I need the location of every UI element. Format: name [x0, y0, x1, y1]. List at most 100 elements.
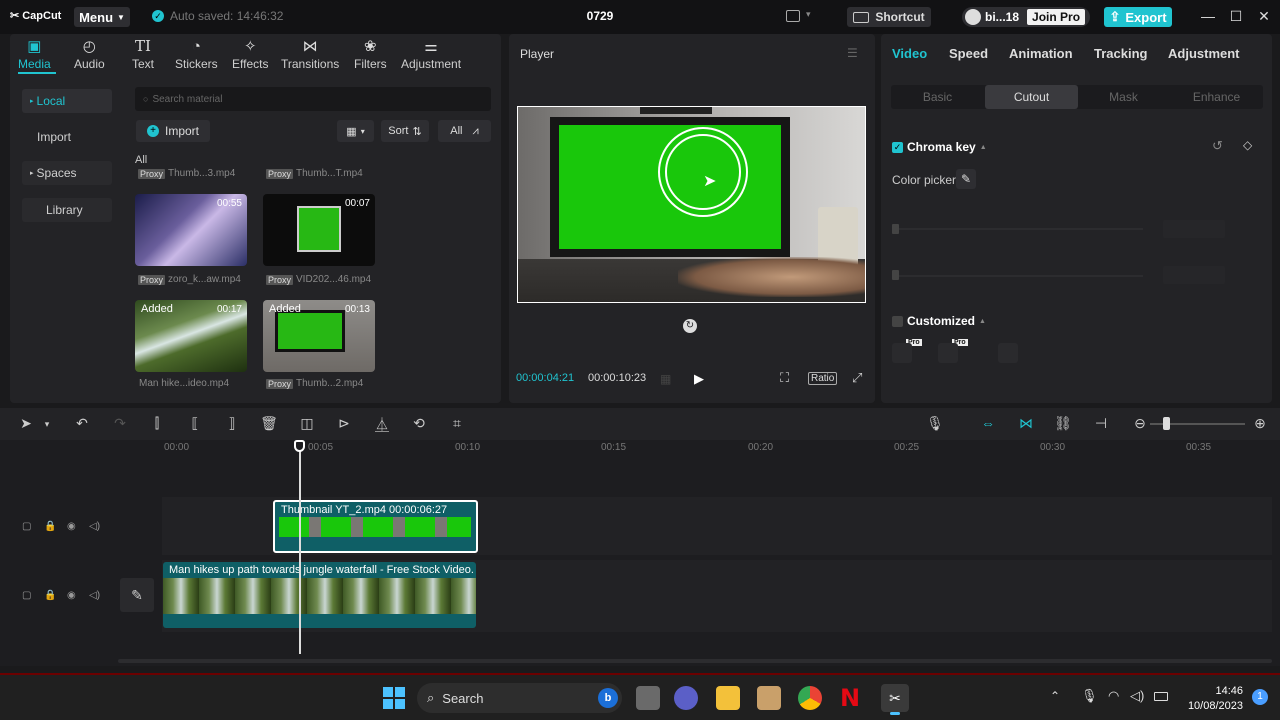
- reverse-icon[interactable]: ⊳: [334, 415, 354, 432]
- delete-icon[interactable]: 🗑: [259, 415, 279, 432]
- crop-icon[interactable]: ⌗: [447, 415, 467, 432]
- tab-media[interactable]: ▣ Media: [18, 38, 51, 71]
- subtab-cutout[interactable]: Cutout: [985, 85, 1078, 109]
- shadow-slider[interactable]: [893, 275, 1143, 277]
- subtab-mask[interactable]: Mask: [1077, 85, 1170, 109]
- custom-option[interactable]: [892, 343, 912, 363]
- capcut-taskbar-icon[interactable]: ✂: [881, 684, 909, 712]
- sidebar-item-spaces[interactable]: ▸ Spaces: [22, 161, 112, 185]
- preview-axis-icon[interactable]: ⊣: [1091, 415, 1111, 432]
- rotate-icon[interactable]: ↻: [683, 319, 697, 333]
- freeze-icon[interactable]: ◫: [297, 415, 317, 432]
- reset-icon[interactable]: ↺: [1212, 138, 1223, 154]
- tab-animation[interactable]: Animation: [1009, 46, 1073, 61]
- tab-filters[interactable]: ❀ Filters: [354, 38, 387, 71]
- zoom-slider-handle[interactable]: [1163, 417, 1170, 430]
- volume-icon[interactable]: ◁): [1130, 688, 1144, 704]
- custom-option[interactable]: [998, 343, 1018, 363]
- taskbar-search[interactable]: ⌕ Search b: [417, 683, 622, 713]
- project-title[interactable]: 0729: [580, 9, 620, 23]
- intensity-slider[interactable]: [893, 228, 1143, 230]
- audio-icon[interactable]: ◁): [89, 521, 100, 532]
- subtab-enhance[interactable]: Enhance: [1170, 85, 1263, 109]
- join-pro-button[interactable]: Join Pro: [1027, 9, 1086, 25]
- tab-transitions[interactable]: ⋈ Transitions: [281, 38, 339, 71]
- search-input[interactable]: ○ Search material: [135, 87, 491, 111]
- redo-icon[interactable]: ↷: [110, 415, 130, 432]
- track-cover-icon[interactable]: ▢: [22, 521, 31, 532]
- intensity-input[interactable]: [1163, 220, 1225, 238]
- shadow-input[interactable]: [1163, 266, 1225, 284]
- keyframe-diamond-icon[interactable]: ◇: [1243, 138, 1252, 152]
- export-button[interactable]: ⇪ Export: [1104, 7, 1172, 27]
- sidebar-item-import[interactable]: Import: [22, 125, 112, 149]
- link-icon[interactable]: ⛓: [1053, 415, 1073, 432]
- task-view-icon[interactable]: [636, 686, 660, 710]
- timeline-grid-icon[interactable]: ▦: [660, 372, 671, 386]
- lock-icon[interactable]: 🔒: [44, 521, 56, 532]
- slider-handle[interactable]: [892, 270, 899, 280]
- split-right-icon[interactable]: ⟧: [222, 415, 242, 432]
- select-cursor-icon[interactable]: ➤: [16, 415, 36, 432]
- tab-video[interactable]: Video: [892, 46, 927, 61]
- mirror-icon[interactable]: ⏅: [372, 415, 392, 435]
- tab-adjustment[interactable]: ⚌ Adjustment: [401, 38, 461, 71]
- playhead-handle[interactable]: [294, 440, 305, 452]
- hamburger-menu-icon[interactable]: ☰: [847, 46, 858, 60]
- rotate-icon[interactable]: ⟲: [409, 415, 429, 432]
- maximize-icon[interactable]: ☐: [1226, 8, 1246, 25]
- import-button[interactable]: + Import: [136, 120, 210, 142]
- teams-chat-icon[interactable]: [674, 686, 698, 710]
- lock-icon[interactable]: 🔒: [44, 590, 56, 601]
- split-icon[interactable]: ⫿: [147, 415, 167, 432]
- tab-text[interactable]: TI Text: [132, 38, 154, 72]
- chrome-icon[interactable]: [798, 686, 822, 710]
- subtab-basic[interactable]: Basic: [891, 85, 984, 109]
- user-account[interactable]: bi...18 Join Pro: [962, 7, 1090, 27]
- video-canvas[interactable]: ➤: [517, 106, 866, 303]
- tab-speed[interactable]: Speed: [949, 46, 988, 61]
- microphone-icon[interactable]: 🎙: [1081, 688, 1098, 704]
- ratio-button[interactable]: Ratio: [808, 372, 838, 385]
- fit-icon[interactable]: ⛶: [780, 370, 789, 386]
- eye-icon[interactable]: ◉: [67, 590, 76, 601]
- file-explorer-icon[interactable]: [716, 686, 740, 710]
- sidebar-item-library[interactable]: Library: [22, 198, 112, 222]
- zoom-in-icon[interactable]: ⊕: [1250, 415, 1270, 432]
- microphone-icon[interactable]: 🎙: [925, 415, 945, 432]
- edit-cover-icon[interactable]: ✎: [120, 578, 154, 612]
- fullscreen-icon[interactable]: ⤢: [852, 370, 862, 386]
- taskbar-clock[interactable]: 14:46 10/08/2023: [1185, 684, 1243, 714]
- menu-button[interactable]: Menu ▼: [74, 7, 130, 27]
- notification-badge[interactable]: 1: [1252, 689, 1268, 705]
- track-cover-icon[interactable]: ▢: [22, 590, 31, 601]
- chevron-down-icon[interactable]: ▾: [37, 419, 57, 430]
- playhead[interactable]: [299, 440, 301, 654]
- chevron-down-icon[interactable]: ▾: [806, 9, 811, 20]
- media-thumbnail[interactable]: 00:55: [135, 194, 247, 266]
- wifi-icon[interactable]: ◠: [1108, 688, 1119, 704]
- slider-handle[interactable]: [892, 224, 899, 234]
- minimize-icon[interactable]: —: [1198, 8, 1218, 24]
- auto-snap-icon[interactable]: ⋈: [1016, 415, 1036, 432]
- split-left-icon[interactable]: ⟦: [185, 415, 205, 432]
- main-track-magnet-icon[interactable]: ⇔: [978, 415, 998, 431]
- tab-stickers[interactable]: ◔ Stickers: [175, 38, 218, 71]
- sort-button[interactable]: Sort ⇅: [381, 120, 429, 142]
- netflix-icon[interactable]: N: [840, 684, 860, 712]
- tab-adjustment[interactable]: Adjustment: [1168, 46, 1240, 61]
- windows-start-icon[interactable]: [383, 687, 405, 709]
- shortcut-button[interactable]: Shortcut: [847, 7, 931, 27]
- checkbox-unchecked-icon[interactable]: [892, 315, 903, 327]
- battery-icon[interactable]: [1154, 692, 1168, 701]
- eyedropper-icon[interactable]: ✎: [956, 169, 976, 189]
- media-thumbnail[interactable]: Added 00:17: [135, 300, 247, 372]
- tab-tracking[interactable]: Tracking: [1094, 46, 1147, 61]
- play-icon[interactable]: ▶: [694, 371, 704, 387]
- audio-icon[interactable]: ◁): [89, 590, 100, 601]
- overlay-clip[interactable]: Thumbnail YT_2.mp4 00:00:06:27: [273, 500, 478, 553]
- sidebar-item-local[interactable]: ▸ Local: [22, 89, 112, 113]
- undo-icon[interactable]: ↶: [72, 415, 92, 432]
- customized-row[interactable]: Customized ▲: [892, 314, 986, 328]
- eye-icon[interactable]: ◉: [67, 521, 76, 532]
